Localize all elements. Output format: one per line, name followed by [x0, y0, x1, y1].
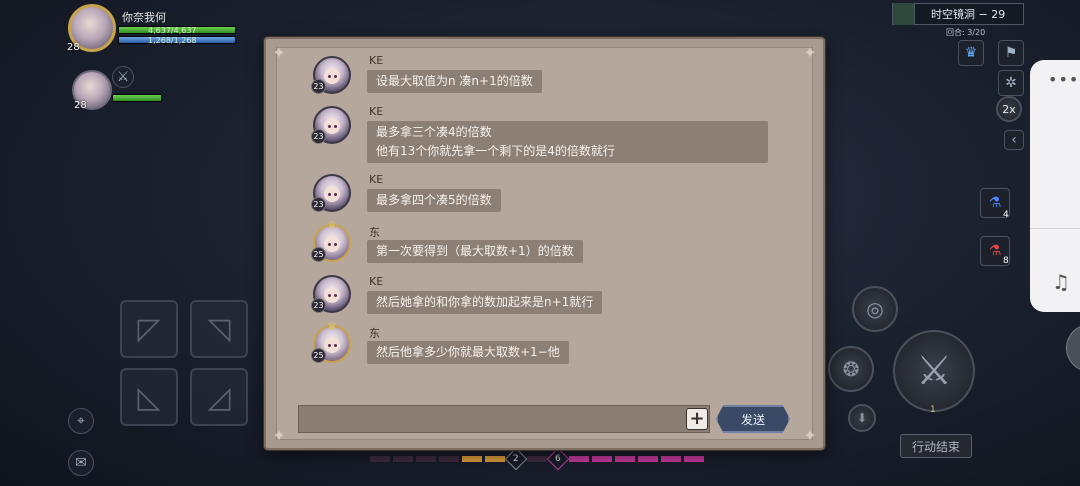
message-bubble: 然后她拿的和你拿的数加起来是n+1就行	[367, 291, 603, 314]
message-sender: KE	[369, 54, 384, 67]
skill-orb-button[interactable]: ◎	[852, 286, 898, 332]
floating-panel: ••• ♫	[1030, 60, 1080, 312]
energy-right-diamond: 6	[546, 447, 570, 471]
crown-icon: ♛	[327, 219, 337, 232]
dpad-up-left[interactable]: ◸	[120, 300, 178, 358]
avatar-level: 25	[311, 247, 326, 262]
avatar-level: 23	[311, 298, 326, 313]
butterfly-icon[interactable]: ✲	[998, 70, 1024, 96]
player-name: 你奈我何	[122, 11, 166, 24]
stage-title: 时空镜洞 − 29	[931, 8, 1006, 21]
player-hp-text: 4,637/4,637	[148, 26, 197, 35]
edge-handle[interactable]	[1066, 324, 1080, 372]
corner-ornament-icon: ✦	[272, 42, 286, 62]
crown-icon: ♛	[327, 320, 337, 333]
message-line: 第一次要得到（最大取数+1）的倍数	[376, 244, 574, 258]
dpad-down-left[interactable]: ◺	[120, 368, 178, 426]
attack-skill-level: 1	[930, 405, 936, 415]
crystal-icon[interactable]: ♛	[958, 40, 984, 66]
ally-hp-bar	[112, 94, 162, 102]
message-line: 然后她拿的和你拿的数加起来是n+1就行	[376, 295, 594, 309]
message-line: 最多拿四个凑5的倍数	[376, 193, 492, 207]
message-bubble: 第一次要得到（最大取数+1）的倍数	[367, 240, 583, 263]
message-line: 最多拿三个凑4的倍数	[376, 125, 492, 139]
music-note-icon[interactable]: ♫	[1052, 270, 1070, 294]
mana-potion-count: 4	[1003, 210, 1009, 220]
player-mp-text: 1,268/1,268	[148, 36, 197, 45]
message-line: 他有13个你就先拿一个剩下的是4的倍数就行	[376, 144, 615, 158]
message-bubble: 最多拿四个凑5的倍数	[367, 189, 501, 212]
corner-ornament-icon: ✦	[272, 425, 286, 445]
end-turn-button[interactable]: 行动结束	[900, 434, 972, 458]
corner-ornament-icon: ✦	[803, 425, 817, 445]
speed-button[interactable]: 2x	[996, 96, 1022, 122]
collapse-arrow-icon[interactable]: ‹	[1004, 130, 1024, 150]
chat-bubble-icon[interactable]: ✉	[68, 450, 94, 476]
chat-input[interactable]	[298, 405, 710, 433]
message-sender: KE	[369, 173, 384, 186]
avatar-level: 23	[311, 79, 326, 94]
send-button[interactable]: 发送	[716, 405, 790, 433]
health-potion-count: 8	[1003, 256, 1009, 266]
energy-bar: 2 6	[370, 447, 710, 471]
ally-buff-icon: ⚔	[112, 66, 134, 88]
message-sender: KE	[369, 105, 384, 118]
message-line: 设最大取值为n 凑n+1的倍数	[376, 74, 533, 88]
download-arrow-icon[interactable]: ⬇	[848, 404, 876, 432]
add-attachment-button[interactable]: +	[686, 408, 708, 430]
avatar-level: 23	[311, 197, 326, 212]
corner-ornament-icon: ✦	[803, 42, 817, 62]
energy-left-diamond: 2	[504, 447, 528, 471]
location-icon[interactable]: ⌖	[68, 408, 94, 434]
map-icon	[893, 3, 915, 25]
dpad-down-right[interactable]: ◿	[190, 368, 248, 426]
avatar-level: 23	[311, 129, 326, 144]
message-bubble: 设最大取值为n 凑n+1的倍数	[367, 70, 542, 93]
message-sender: KE	[369, 275, 384, 288]
message-line: 然后他拿多少你就最大取数+1−他	[376, 345, 560, 359]
stage-label: 时空镜洞 − 29	[892, 3, 1024, 25]
player-level: 28	[67, 42, 80, 53]
dpad-up-right[interactable]: ◹	[190, 300, 248, 358]
flag-icon[interactable]: ⚑	[998, 40, 1024, 66]
skill-beast-button[interactable]: ❂	[828, 346, 874, 392]
ally-level: 28	[74, 100, 87, 111]
avatar-level: 25	[311, 348, 326, 363]
round-counter: 回合: 3/20	[946, 28, 986, 37]
message-bubble: 最多拿三个凑4的倍数 他有13个你就先拿一个剩下的是4的倍数就行	[367, 121, 768, 163]
message-bubble: 然后他拿多少你就最大取数+1−他	[367, 341, 569, 364]
attack-sword-button[interactable]: ⚔	[893, 330, 975, 412]
more-dots-icon[interactable]: •••	[1048, 70, 1079, 89]
